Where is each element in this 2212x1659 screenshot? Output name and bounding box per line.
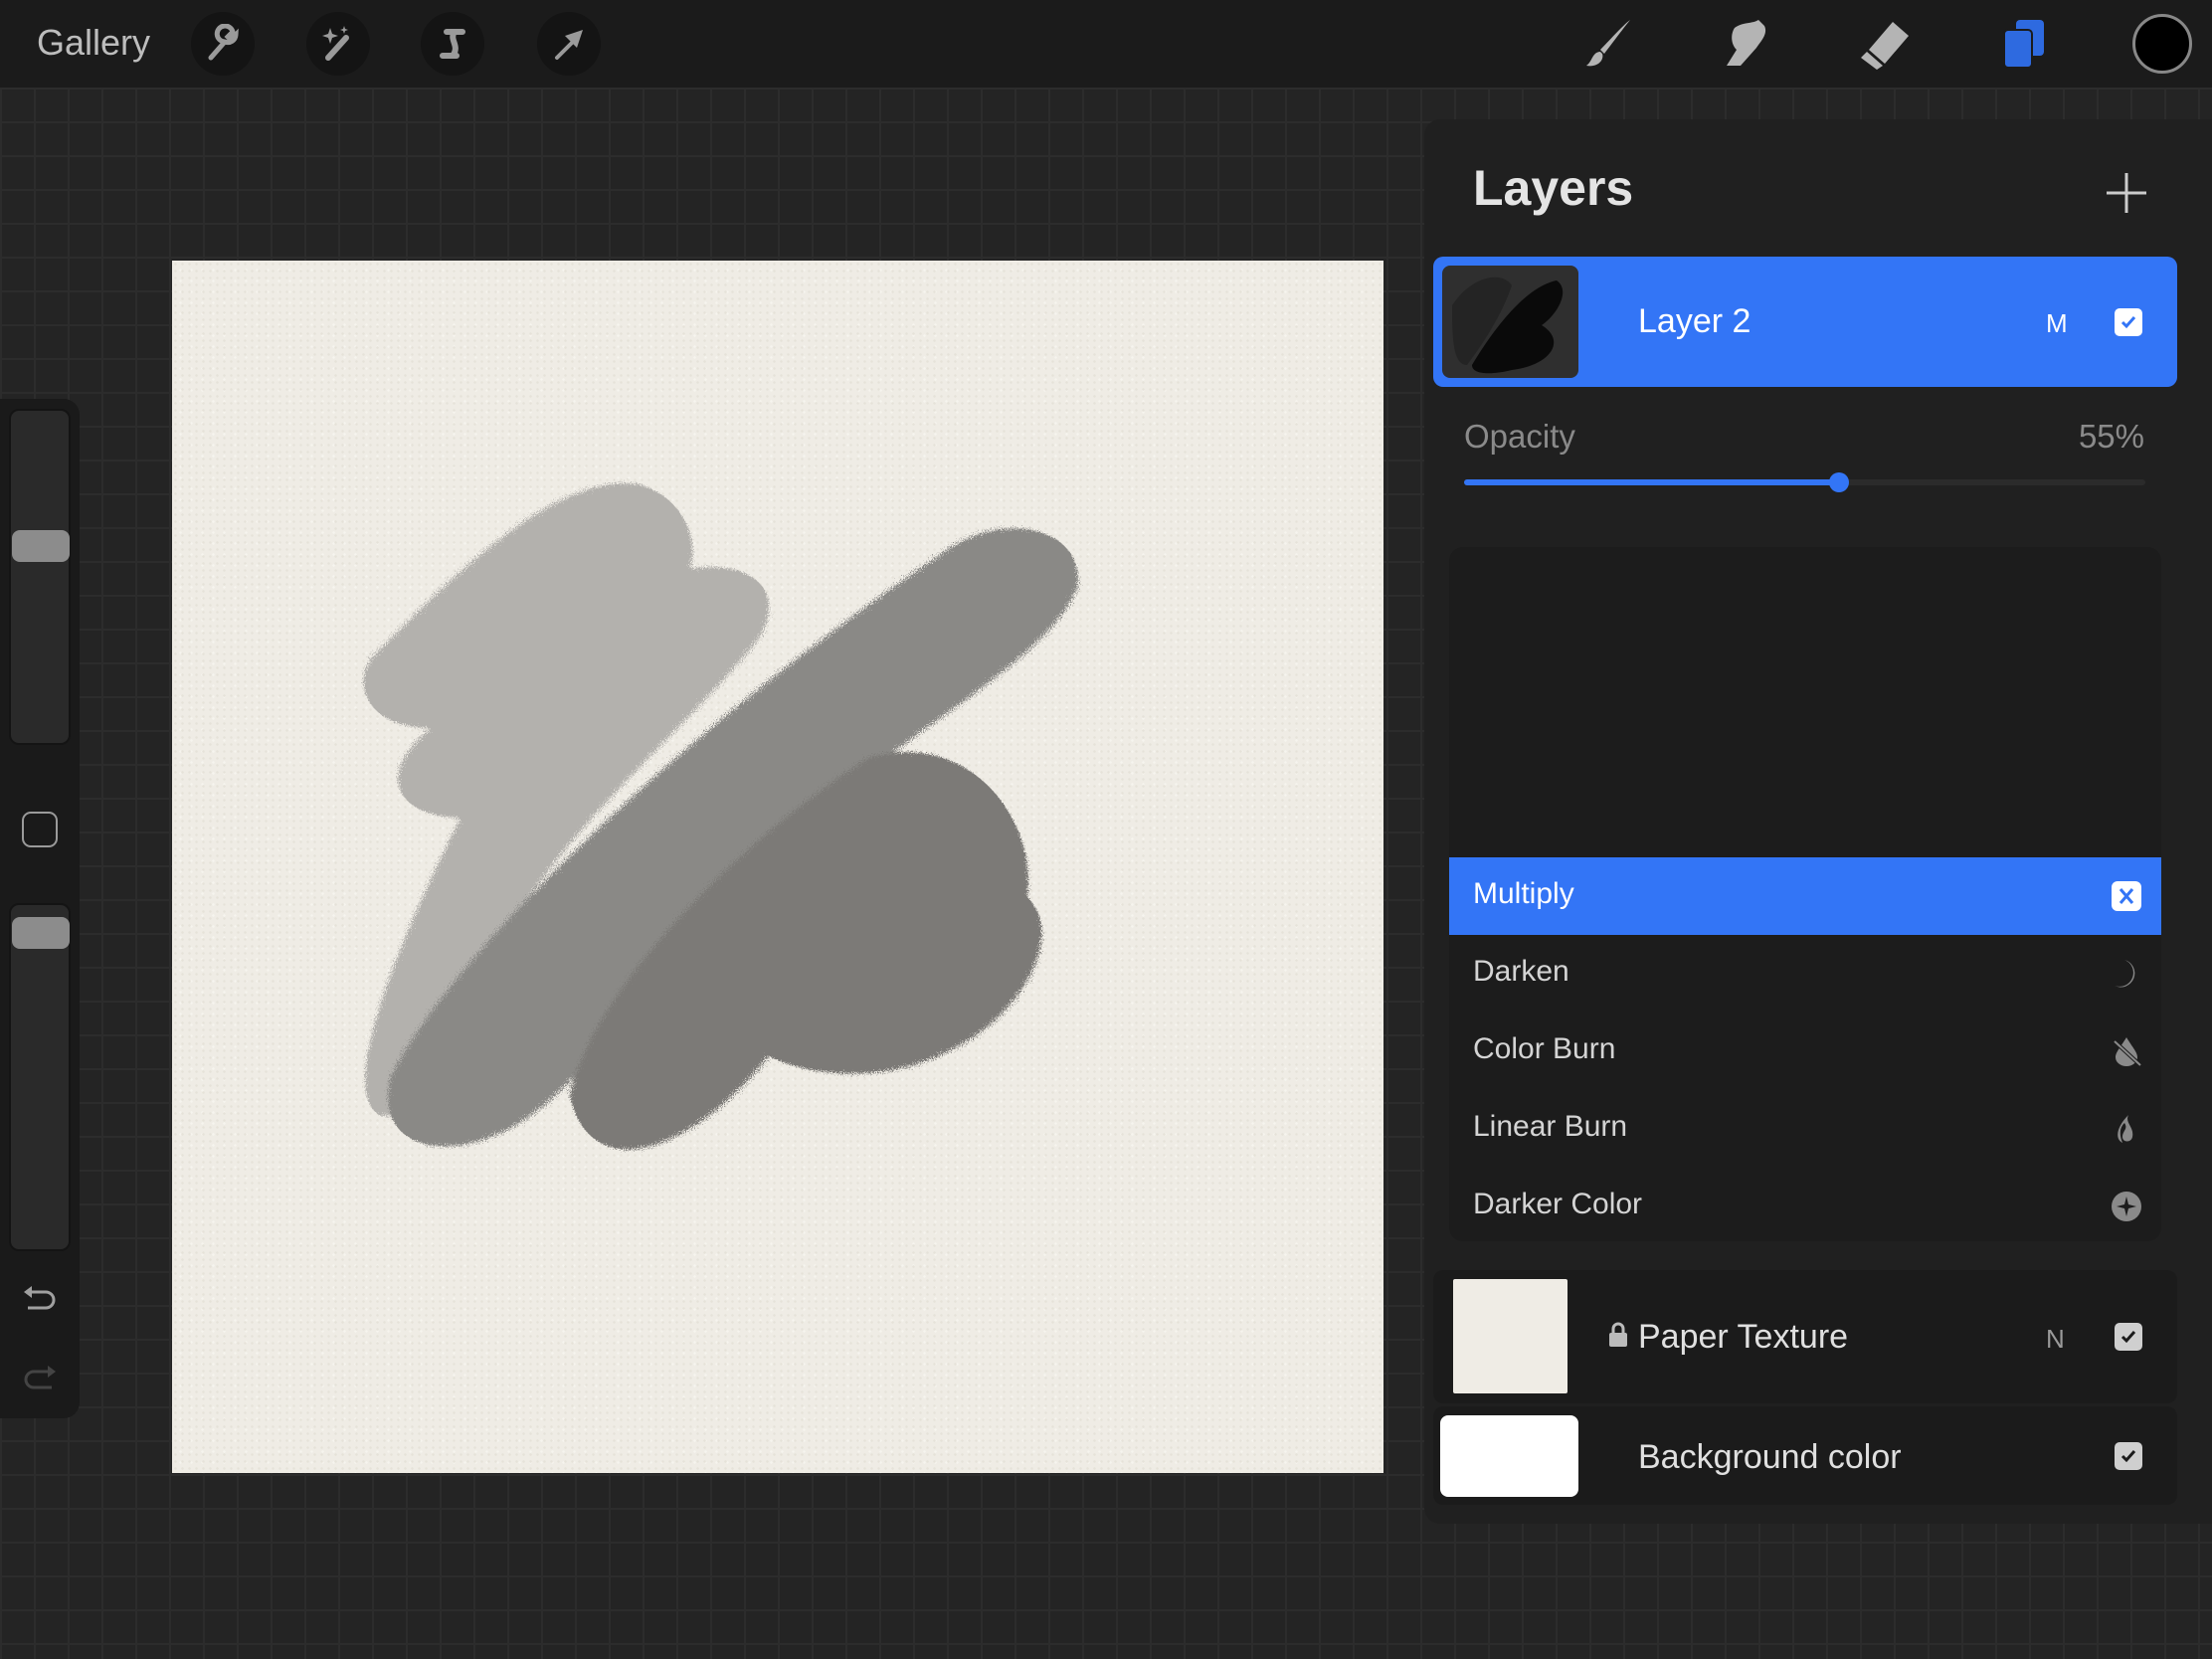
blend-mode-darker-color[interactable]: Darker Color [1449,1168,2161,1241]
left-sidebar [0,399,80,1418]
blend-mode-indicator[interactable]: M [2046,308,2068,339]
blend-mode-label: Darker Color [1473,1188,1643,1220]
adjustments-button[interactable] [306,12,370,76]
brush-opacity-thumb[interactable] [12,917,70,949]
layers-button[interactable] [1994,14,2054,74]
brush-icon [1586,20,1630,67]
selection-s-icon [440,29,465,59]
opacity-label: Opacity [1464,418,1575,455]
opacity-thumb[interactable] [1828,472,1849,492]
layer-row-background-color[interactable]: Background color [1433,1406,2177,1505]
brush-size-slider[interactable] [9,409,71,745]
layer-name: Background color [1638,1438,1902,1476]
opacity-value: 55% [2078,418,2144,455]
eraser-icon [1861,22,1909,70]
check-icon [2120,1331,2136,1344]
layer-row-paper-texture[interactable]: Paper Texture N [1433,1270,2177,1403]
layer-visibility-checkbox[interactable] [2115,1323,2142,1351]
brush-size-thumb[interactable] [12,530,70,562]
layer-name: Paper Texture [1638,1318,1849,1356]
blend-mode-color-burn[interactable]: Color Burn [1449,1013,2161,1090]
check-icon [2120,1450,2136,1463]
color-button[interactable] [2132,14,2192,74]
lock-icon [1609,1322,1627,1347]
blend-mode-label: Multiply [1473,877,1574,910]
flame-icon [2110,1112,2143,1146]
layer-thumbnail [1453,1279,1567,1393]
transform-button[interactable] [537,12,601,76]
background-color-swatch[interactable] [1440,1415,1578,1497]
blend-mode-darken[interactable]: Darken [1449,935,2161,1013]
artwork [363,482,1078,1150]
blend-mode-indicator[interactable]: N [2046,1324,2065,1355]
layers-icon [2003,20,2044,69]
blend-mode-multiply[interactable]: Multiply [1449,857,2161,935]
actions-button[interactable] [191,12,255,76]
smudge-icon [1727,20,1766,66]
layer-visibility-checkbox[interactable] [2115,308,2142,336]
burn-drop-icon [2110,1034,2143,1068]
brush-opacity-slider[interactable] [9,903,71,1251]
modify-button[interactable] [22,812,58,847]
blend-mode-label: Linear Burn [1473,1110,1628,1143]
plus-icon[interactable] [2097,163,2156,223]
layer-visibility-checkbox[interactable] [2115,1442,2142,1470]
brush-button[interactable] [1578,14,1638,74]
moon-icon [2110,957,2143,991]
opacity-slider[interactable] [1464,472,2145,492]
undo-icon[interactable] [22,1284,58,1314]
blend-mode-linear-burn[interactable]: Linear Burn [1449,1090,2161,1168]
selection-button[interactable] [421,12,484,76]
multiply-icon [2110,879,2143,913]
layers-panel: Layers Layer 2 M Opacity 55% Multiply Da… [1424,119,2212,1524]
drawing-canvas[interactable] [172,261,1383,1473]
layer-name: Layer 2 [1638,302,1751,340]
smudge-button[interactable] [1717,14,1776,74]
layer-row-layer-2[interactable]: Layer 2 M [1433,257,2177,387]
opacity-fill [1464,479,1839,485]
sparkle-circle-icon [2110,1190,2143,1223]
layer-thumbnail [1442,266,1578,378]
blend-mode-label: Color Burn [1473,1032,1616,1065]
magic-wand-icon [322,26,349,61]
check-icon [2120,316,2136,329]
wrench-icon [208,24,239,61]
transform-arrow-icon [555,30,583,60]
blend-mode-list: Multiply Darken Color Burn Linear Burn D… [1449,547,2161,1241]
eraser-button[interactable] [1855,14,1915,74]
blend-mode-label: Darken [1473,955,1569,988]
top-toolbar: Gallery [0,0,2212,88]
layers-title: Layers [1473,160,1634,216]
redo-icon[interactable] [22,1364,58,1393]
gallery-button[interactable]: Gallery [37,22,150,64]
